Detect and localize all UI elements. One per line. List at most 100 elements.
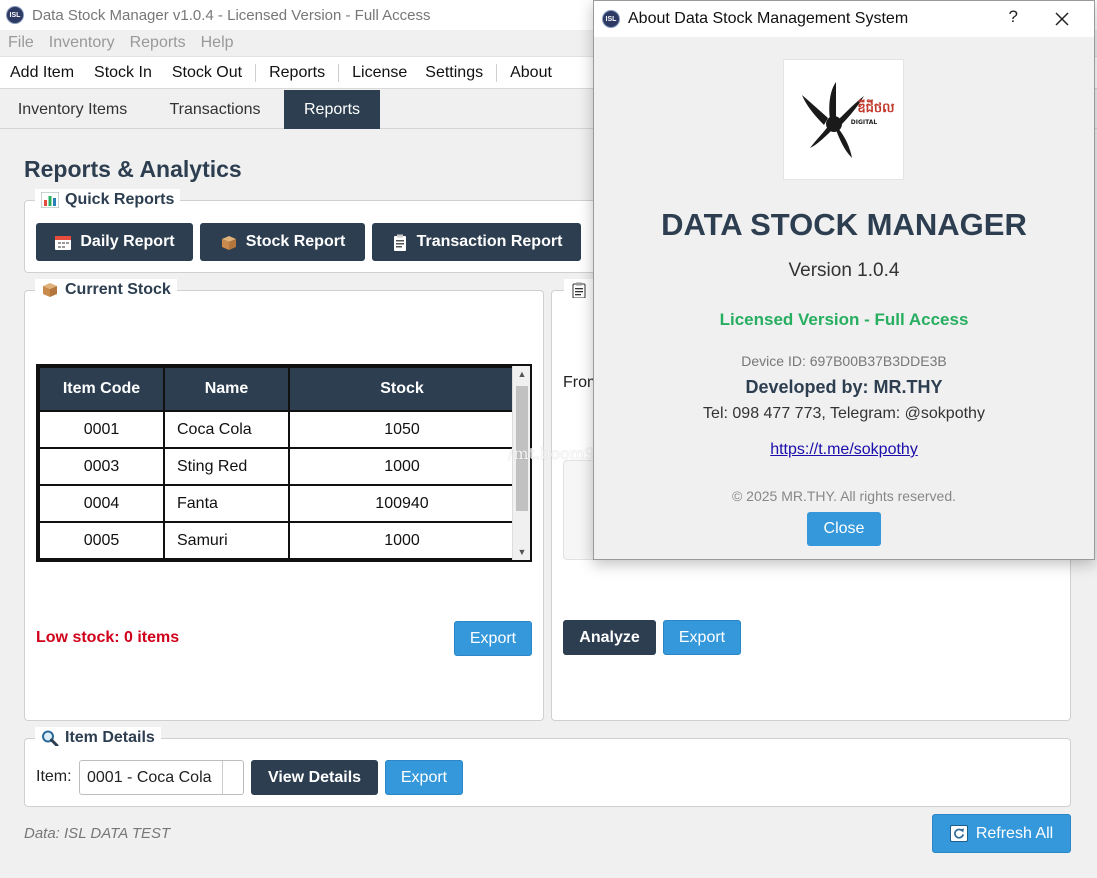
about-dialog-title: About Data Stock Management System xyxy=(628,10,909,27)
toolbar-stock-out[interactable]: Stock Out xyxy=(172,64,242,82)
menu-help[interactable]: Help xyxy=(201,34,234,52)
copyright-text: © 2025 MR.THY. All rights reserved. xyxy=(731,488,957,504)
cell-item-code: 0005 xyxy=(38,521,165,560)
help-icon[interactable]: ? xyxy=(1009,7,1018,27)
svg-text:ឌីជីថល: ឌីជីថល xyxy=(857,99,895,116)
calendar-icon xyxy=(55,235,72,250)
tab-transactions[interactable]: Transactions xyxy=(145,90,285,129)
toolbar-about[interactable]: About xyxy=(510,64,552,82)
tab-reports[interactable]: Reports xyxy=(284,90,380,129)
menu-inventory[interactable]: Inventory xyxy=(49,34,115,52)
item-details-label: Item Details xyxy=(65,729,155,746)
developer-credit: Developed by: MR.THY xyxy=(745,377,943,397)
page-title: Reports & Analytics xyxy=(24,156,242,182)
cell-item-code: 0001 xyxy=(38,410,165,449)
refresh-icon xyxy=(949,825,968,842)
clipboard-icon xyxy=(572,282,586,298)
app-logo-icon: ISL xyxy=(602,10,620,28)
item-select[interactable]: 0001 - Coca Cola xyxy=(79,760,244,795)
table-row[interactable] xyxy=(38,558,516,560)
menu-file[interactable]: File xyxy=(8,34,34,52)
transaction-report-label: Transaction Report xyxy=(416,233,563,250)
item-details-title: Item Details xyxy=(35,727,161,749)
toolbar-separator xyxy=(255,63,257,82)
stock-report-button[interactable]: Stock Report xyxy=(200,223,365,261)
column-header-item-code[interactable]: Item Code xyxy=(38,366,165,412)
cell-name: Fanta xyxy=(163,484,290,523)
cell-name: Sting Red xyxy=(163,447,290,486)
close-icon[interactable] xyxy=(1050,7,1074,31)
column-header-stock[interactable]: Stock xyxy=(288,366,516,412)
version-text: Version 1.0.4 xyxy=(788,260,900,281)
item-details-export-button[interactable]: Export xyxy=(385,760,463,795)
svg-text:DIGITAL: DIGITAL xyxy=(851,119,878,126)
box-icon xyxy=(43,283,57,297)
cell-name xyxy=(163,558,290,560)
cell-stock: 1000 xyxy=(288,447,516,486)
app-logo-icon: ISL xyxy=(6,6,24,24)
item-select-value: 0001 - Coca Cola xyxy=(87,768,212,786)
view-details-button[interactable]: View Details xyxy=(251,760,378,795)
current-stock-export-button[interactable]: Export xyxy=(454,621,532,656)
cell-item-code: 0004 xyxy=(38,484,165,523)
scroll-down-icon[interactable]: ▼ xyxy=(513,544,530,560)
toolbar-stock-in[interactable]: Stock In xyxy=(94,64,152,82)
quick-reports-label: Quick Reports xyxy=(65,191,175,208)
telegram-link[interactable]: https://t.me/sokpothy xyxy=(594,441,1094,459)
logo-mark-icon: ឌីជីថល DIGITAL xyxy=(802,82,895,158)
app-name-heading: DATA STOCK MANAGER xyxy=(661,207,1027,242)
stock-report-label: Stock Report xyxy=(245,233,346,250)
toolbar-add-item[interactable]: Add Item xyxy=(10,64,74,82)
transaction-report-button[interactable]: Transaction Report xyxy=(372,223,581,261)
about-dialog: ISL About Data Stock Management System ?… xyxy=(593,0,1095,560)
analysis-export-button[interactable]: Export xyxy=(663,620,741,655)
daily-report-label: Daily Report xyxy=(80,233,175,250)
window-title: Data Stock Manager v1.0.4 - Licensed Ver… xyxy=(32,6,431,24)
refresh-all-button[interactable]: Refresh All xyxy=(932,814,1071,853)
daily-report-button[interactable]: Daily Report xyxy=(36,223,193,261)
close-button[interactable]: Close xyxy=(807,512,881,546)
tab-inventory-items[interactable]: Inventory Items xyxy=(0,90,145,129)
about-title-bar: ISL About Data Stock Management System ? xyxy=(594,1,1094,37)
table-row[interactable]: 0001 Coca Cola 1050 xyxy=(38,410,516,449)
license-status: Licensed Version - Full Access xyxy=(719,310,969,329)
toolbar-reports[interactable]: Reports xyxy=(269,64,325,82)
cell-item-code xyxy=(38,558,165,560)
watermark: /mt.boom93 xyxy=(508,444,606,463)
cell-name: Coca Cola xyxy=(163,410,290,449)
current-stock-table: Item Code Name Stock 0001 Coca Cola 1050… xyxy=(36,364,532,562)
table-row[interactable]: 0003 Sting Red 1000 xyxy=(38,447,516,486)
bar-chart-icon xyxy=(41,192,59,208)
analyze-button[interactable]: Analyze xyxy=(563,620,656,655)
cell-stock: 1000 xyxy=(288,521,516,560)
column-header-name[interactable]: Name xyxy=(163,366,290,412)
box-icon xyxy=(221,235,236,250)
table-row[interactable]: 0004 Fanta 100940 xyxy=(38,484,516,523)
current-stock-title: Current Stock xyxy=(35,279,177,301)
company-logo: ឌីជីថល DIGITAL xyxy=(783,59,904,180)
cell-stock xyxy=(288,558,516,560)
current-stock-label: Current Stock xyxy=(65,281,171,298)
toolbar-separator xyxy=(338,63,340,82)
quick-reports-title: Quick Reports xyxy=(35,189,181,211)
combo-divider xyxy=(222,761,223,794)
item-field-label: Item: xyxy=(36,768,72,785)
scroll-up-icon[interactable]: ▲ xyxy=(513,366,530,382)
search-icon xyxy=(42,730,59,746)
cell-stock: 100940 xyxy=(288,484,516,523)
toolbar-separator xyxy=(496,63,498,82)
refresh-all-label: Refresh All xyxy=(975,824,1054,842)
cell-stock: 1050 xyxy=(288,410,516,449)
contact-info: Tel: 098 477 773, Telegram: @sokpothy xyxy=(703,405,985,422)
toolbar-license[interactable]: License xyxy=(352,64,407,82)
low-stock-status: Low stock: 0 items xyxy=(36,629,180,646)
cell-item-code: 0003 xyxy=(38,447,165,486)
cell-name: Samuri xyxy=(163,521,290,560)
data-source-label: Data: ISL DATA TEST xyxy=(24,825,171,842)
table-row[interactable]: 0005 Samuri 1000 xyxy=(38,521,516,560)
table-scrollbar[interactable]: ▲ ▼ xyxy=(512,366,530,560)
table-header-row: Item Code Name Stock xyxy=(38,366,516,412)
menu-reports[interactable]: Reports xyxy=(130,34,186,52)
toolbar-settings[interactable]: Settings xyxy=(425,64,483,82)
clipboard-icon xyxy=(393,234,406,251)
